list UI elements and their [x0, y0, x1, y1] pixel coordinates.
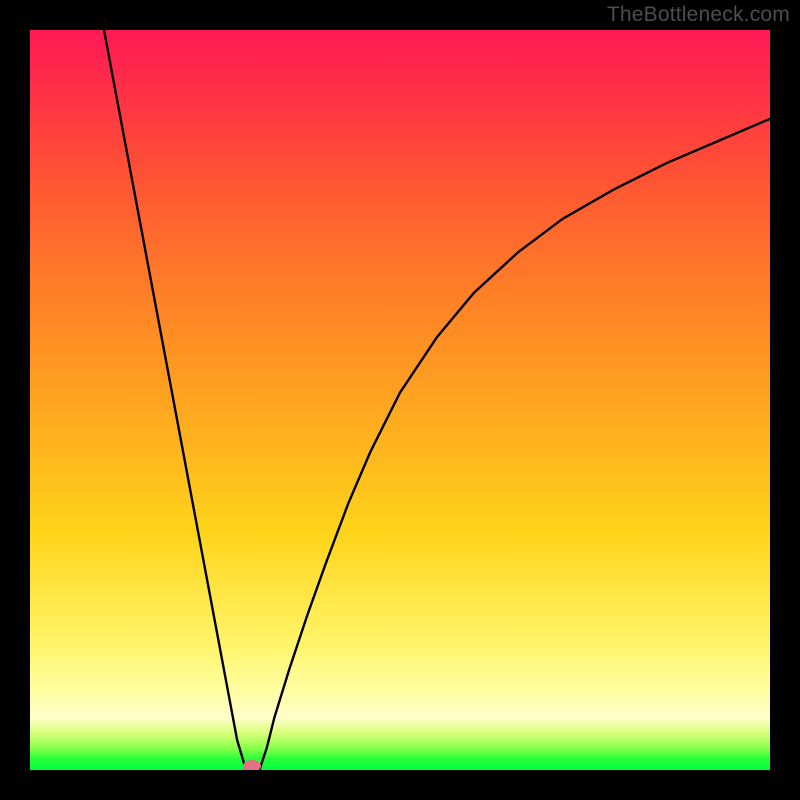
curve-right-branch	[259, 119, 770, 770]
chart-frame: TheBottleneck.com	[0, 0, 800, 800]
plot-area	[30, 30, 770, 770]
chart-svg	[30, 30, 770, 770]
curve-left-branch	[104, 30, 246, 770]
min-marker-dot	[243, 760, 261, 770]
watermark-text: TheBottleneck.com	[607, 3, 790, 27]
